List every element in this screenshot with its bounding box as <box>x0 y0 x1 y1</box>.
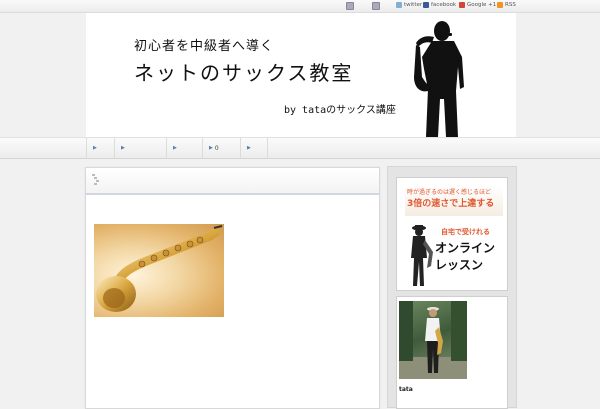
social-link-google-plus[interactable]: Google +1 <box>459 2 496 8</box>
bookmark-icon[interactable] <box>372 2 380 10</box>
ad-title-line1: オンライン <box>435 241 496 255</box>
post-title-bar <box>86 168 379 195</box>
social-link-facebook[interactable]: facebook <box>423 2 456 8</box>
social-link-twitter[interactable]: twitter <box>396 2 422 8</box>
site-subtitle: 初心者を中級者へ導く <box>134 39 275 54</box>
main-nav: ▶ ▶ ▶ ▶ 0 ▶ <box>0 137 600 159</box>
document-icon <box>92 174 99 185</box>
facebook-icon <box>423 2 429 8</box>
site-title[interactable]: ネットのサックス教室 <box>134 57 353 86</box>
saxophone-photo[interactable] <box>94 224 224 317</box>
lesson-ad-banner[interactable]: 時が過ぎるのは遅く感じるほど 3倍の速さで上達する 自宅で受けれる オンライン … <box>396 177 508 291</box>
home-icon[interactable] <box>346 2 354 10</box>
profile-name[interactable]: tata <box>399 386 413 393</box>
nav-arrow-icon: ▶ <box>209 145 213 151</box>
nav-arrow-icon: ▶ <box>121 145 125 151</box>
nav-item-3[interactable]: ▶ <box>166 138 202 158</box>
social-link-rss[interactable]: RSS <box>497 2 516 8</box>
nav-item-5[interactable]: ▶ <box>240 138 268 158</box>
ad-title-line2: レッスン <box>435 258 484 272</box>
saxophonist-figure <box>411 225 433 286</box>
profile-person-figure <box>399 301 467 379</box>
sidebar: 時が過ぎるのは遅く感じるほど 3倍の速さで上達する 自宅で受けれる オンライン … <box>387 166 517 409</box>
profile-widget: tata <box>396 296 508 409</box>
ad-headline: 3倍の速さで上達する <box>407 199 495 209</box>
nav-item-2[interactable]: ▶ <box>114 138 166 158</box>
saxophonist-silhouette <box>414 21 464 137</box>
nav-item-4[interactable]: ▶ 0 <box>202 138 240 158</box>
nav-arrow-icon: ▶ <box>173 145 177 151</box>
nav-arrow-icon: ▶ <box>93 145 97 151</box>
site-byline: by tataのサックス講座 <box>284 105 396 116</box>
ad-inner: 時が過ぎるのは遅く感じるほど 3倍の速さで上達する 自宅で受けれる オンライン … <box>403 184 503 288</box>
site-header[interactable]: 初心者を中級者へ導く ネットのサックス教室 by tataのサックス講座 <box>86 13 516 137</box>
twitter-icon <box>396 2 402 8</box>
ad-tagline: 時が過ぎるのは遅く感じるほど <box>407 189 492 196</box>
main-content <box>85 167 380 409</box>
saxophone-illustration <box>96 225 223 312</box>
top-bar: twitter facebook Google +1 RSS <box>0 0 600 13</box>
nav-arrow-icon: ▶ <box>247 145 251 151</box>
profile-photo[interactable] <box>399 301 467 379</box>
rss-icon <box>497 2 503 8</box>
nav-item-1[interactable]: ▶ <box>86 138 114 158</box>
ad-subhead: 自宅で受けれる <box>441 228 490 236</box>
google-plus-icon <box>459 2 465 8</box>
